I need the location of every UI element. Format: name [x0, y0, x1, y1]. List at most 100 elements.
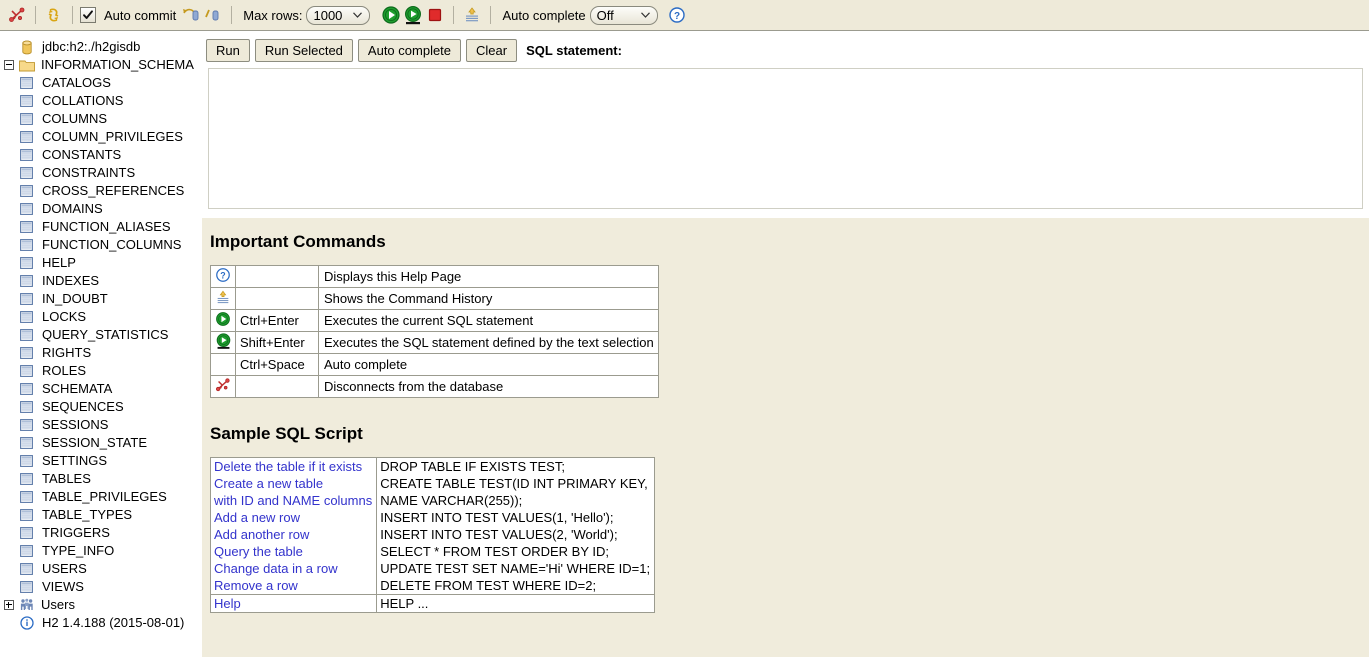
- auto-complete-label: Auto complete: [502, 7, 586, 23]
- auto-complete-select-wrap[interactable]: Off: [589, 5, 658, 25]
- tree-node-table[interactable]: CROSS_REFERENCES: [0, 182, 202, 200]
- tree-node-table[interactable]: HELP: [0, 254, 202, 272]
- table-label: FUNCTION_COLUMNS: [42, 237, 182, 252]
- run-selected-icon[interactable]: [402, 4, 424, 26]
- auto-complete-select[interactable]: Off: [589, 5, 658, 25]
- tree-node-table[interactable]: CONSTANTS: [0, 146, 202, 164]
- tree-node-table[interactable]: CONSTRAINTS: [0, 164, 202, 182]
- tree-node-table[interactable]: TABLE_TYPES: [0, 506, 202, 524]
- command-description-cell: Executes the current SQL statement: [318, 309, 659, 332]
- clear-button[interactable]: Clear: [466, 39, 518, 62]
- tree-node-table[interactable]: VIEWS: [0, 578, 202, 596]
- commit-icon[interactable]: [202, 4, 224, 26]
- sample-code-cell: SELECT * FROM TEST ORDER BY ID;: [376, 543, 656, 560]
- tree-node-table[interactable]: DOMAINS: [0, 200, 202, 218]
- auto-complete-button[interactable]: Auto complete: [357, 39, 462, 62]
- max-rows-select[interactable]: 1000: [306, 5, 371, 25]
- sample-description-cell[interactable]: Add another row: [209, 526, 378, 543]
- database-tree-sidebar[interactable]: jdbc:h2:./h2gisdb INFORMATION_SCHEMA CAT…: [0, 32, 202, 657]
- auto-commit-checkbox[interactable]: [80, 7, 96, 23]
- history-icon[interactable]: [461, 4, 483, 26]
- tree-node-table[interactable]: COLUMNS: [0, 110, 202, 128]
- info-icon: [20, 615, 37, 631]
- tree-node-table[interactable]: QUERY_STATISTICS: [0, 326, 202, 344]
- tree-node-table[interactable]: COLLATIONS: [0, 92, 202, 110]
- max-rows-select-wrap[interactable]: 1000: [306, 5, 371, 25]
- rollback-icon[interactable]: [180, 4, 202, 26]
- users-icon: [19, 597, 36, 613]
- tree-node-table[interactable]: LOCKS: [0, 308, 202, 326]
- run-icon[interactable]: [380, 4, 402, 26]
- table-label: SESSION_STATE: [42, 435, 147, 450]
- tree-node-table[interactable]: TRIGGERS: [0, 524, 202, 542]
- table-label: COLLATIONS: [42, 93, 124, 108]
- stop-icon[interactable]: [424, 4, 446, 26]
- tree-node-table[interactable]: COLUMN_PRIVILEGES: [0, 128, 202, 146]
- sample-code-cell: INSERT INTO TEST VALUES(2, 'World');: [376, 526, 656, 543]
- table-label: SCHEMATA: [42, 381, 113, 396]
- tree-node-table[interactable]: SESSIONS: [0, 416, 202, 434]
- table-icon: [20, 525, 37, 541]
- tree-node-table[interactable]: TABLES: [0, 470, 202, 488]
- collapse-toggle-icon[interactable]: [4, 60, 14, 70]
- tree-node-users[interactable]: Users: [0, 596, 202, 614]
- important-commands-table: ? Displays this Help Page Shows the Comman…: [210, 265, 659, 398]
- run-button[interactable]: Run: [206, 39, 250, 62]
- sample-description-cell[interactable]: Delete the table if it exists: [209, 457, 378, 475]
- sample-sql-table: Delete the table if it exists DROP TABLE …: [209, 457, 656, 613]
- help-icon[interactable]: ?: [666, 4, 688, 26]
- connection-url: jdbc:h2:./h2gisdb: [42, 39, 141, 54]
- table-icon: [20, 201, 37, 217]
- toolbar-divider: [35, 6, 36, 24]
- command-icon-cell: [210, 309, 236, 332]
- table-row: Delete the table if it exists DROP TABLE …: [209, 457, 656, 475]
- tree-node-table[interactable]: TABLE_PRIVILEGES: [0, 488, 202, 506]
- tree-node-table[interactable]: SEQUENCES: [0, 398, 202, 416]
- h2-version-label: H2 1.4.188 (2015-08-01): [42, 615, 185, 630]
- run-selected-button[interactable]: Run Selected: [254, 39, 353, 62]
- sample-description-cell[interactable]: Add a new row: [209, 509, 378, 526]
- tree-node-information-schema[interactable]: INFORMATION_SCHEMA: [0, 56, 202, 74]
- table-row: Help HELP ...: [209, 594, 656, 613]
- tree-node-table[interactable]: FUNCTION_COLUMNS: [0, 236, 202, 254]
- table-row: Shift+Enter Executes the SQL statement de…: [210, 331, 659, 354]
- tree-node-table[interactable]: USERS: [0, 560, 202, 578]
- expand-toggle-icon[interactable]: [4, 600, 14, 610]
- tree-node-version[interactable]: H2 1.4.188 (2015-08-01): [0, 614, 202, 632]
- sample-description-cell[interactable]: Change data in a row: [209, 560, 378, 577]
- command-shortcut-cell: Ctrl+Space: [235, 353, 319, 376]
- tree-node-table[interactable]: CATALOGS: [0, 74, 202, 92]
- tree-node-table[interactable]: SCHEMATA: [0, 380, 202, 398]
- table-label: SESSIONS: [42, 417, 109, 432]
- sample-code-cell: CREATE TABLE TEST(ID INT PRIMARY KEY,: [376, 475, 656, 492]
- table-label: QUERY_STATISTICS: [42, 327, 169, 342]
- tree-node-table[interactable]: ROLES: [0, 362, 202, 380]
- tree-node-connection[interactable]: jdbc:h2:./h2gisdb: [0, 38, 202, 56]
- tree-node-table[interactable]: IN_DOUBT: [0, 290, 202, 308]
- sample-description-cell[interactable]: Create a new table: [209, 475, 378, 492]
- table-label: CONSTRAINTS: [42, 165, 136, 180]
- tree-node-table[interactable]: SESSION_STATE: [0, 434, 202, 452]
- sql-button-bar: Run Run Selected Auto complete Clear SQL…: [202, 32, 1369, 65]
- table-icon: [20, 183, 37, 199]
- sample-description-cell[interactable]: Query the table: [209, 543, 378, 560]
- table-row: ? Displays this Help Page: [210, 265, 659, 288]
- refresh-icon[interactable]: [43, 4, 65, 26]
- table-label: HELP: [42, 255, 76, 270]
- tree-node-table[interactable]: SETTINGS: [0, 452, 202, 470]
- tree-node-table[interactable]: INDEXES: [0, 272, 202, 290]
- sample-description-cell[interactable]: with ID and NAME columns: [209, 492, 378, 509]
- table-label: CONSTANTS: [42, 147, 122, 162]
- max-rows-label: Max rows:: [243, 7, 303, 23]
- sql-statement-input[interactable]: [208, 68, 1363, 209]
- table-icon: [20, 417, 37, 433]
- sample-description-cell[interactable]: Remove a row: [209, 577, 378, 595]
- command-shortcut-cell: Shift+Enter: [235, 331, 319, 354]
- table-icon: [20, 147, 37, 163]
- tree-node-table[interactable]: RIGHTS: [0, 344, 202, 362]
- disconnect-icon[interactable]: [6, 4, 28, 26]
- sample-help-description-cell[interactable]: Help: [209, 594, 378, 613]
- tree-node-table[interactable]: TYPE_INFO: [0, 542, 202, 560]
- tree-node-table[interactable]: FUNCTION_ALIASES: [0, 218, 202, 236]
- table-icon: [20, 255, 37, 271]
